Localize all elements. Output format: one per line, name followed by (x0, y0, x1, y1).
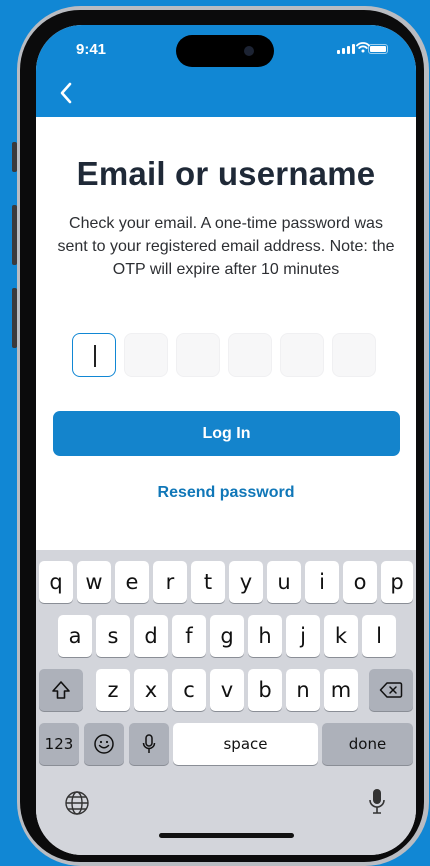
shift-key[interactable] (39, 669, 83, 711)
key-c[interactable]: c (172, 669, 206, 711)
key-u[interactable]: u (267, 561, 301, 603)
app-header: 9:41 (36, 25, 416, 117)
text-caret (94, 345, 96, 367)
otp-digit-2[interactable] (124, 333, 168, 377)
resend-password-link[interactable]: Resend password (36, 484, 416, 502)
key-a[interactable]: a (58, 615, 92, 657)
key-y[interactable]: y (229, 561, 263, 603)
shift-icon (52, 681, 70, 699)
key-e[interactable]: e (115, 561, 149, 603)
key-b[interactable]: b (248, 669, 282, 711)
otp-digit-6[interactable] (332, 333, 376, 377)
key-w[interactable]: w (77, 561, 111, 603)
emoji-icon (94, 734, 114, 754)
done-key[interactable]: done (322, 723, 413, 765)
otp-input-group (72, 333, 376, 377)
key-d[interactable]: d (134, 615, 168, 657)
space-key[interactable]: space (173, 723, 318, 765)
otp-digit-4[interactable] (228, 333, 272, 377)
key-l[interactable]: l (362, 615, 396, 657)
otp-digit-1[interactable] (72, 333, 116, 377)
otp-digit-3[interactable] (176, 333, 220, 377)
numbers-key[interactable]: 123 (39, 723, 79, 765)
key-p[interactable]: p (381, 561, 413, 603)
key-f[interactable]: f (172, 615, 206, 657)
key-x[interactable]: x (134, 669, 168, 711)
globe-icon[interactable] (64, 790, 90, 816)
key-t[interactable]: t (191, 561, 225, 603)
cellular-signal-icon (337, 44, 355, 54)
dictation-key[interactable] (129, 723, 169, 765)
key-z[interactable]: z (96, 669, 130, 711)
keyboard-microphone-icon[interactable] (368, 787, 386, 817)
key-i[interactable]: i (305, 561, 339, 603)
microphone-icon (142, 734, 156, 753)
otp-instructions: Check your email. A one-time password wa… (57, 215, 395, 278)
key-r[interactable]: r (153, 561, 187, 603)
key-n[interactable]: n (286, 669, 320, 711)
status-time: 9:41 (76, 41, 107, 58)
key-q[interactable]: q (39, 561, 73, 603)
backspace-key[interactable] (369, 669, 413, 711)
home-indicator (159, 833, 294, 838)
phone-screen: 9:41 Email or username Check your email.… (36, 25, 416, 855)
key-s[interactable]: s (96, 615, 130, 657)
emoji-key[interactable] (84, 723, 124, 765)
key-h[interactable]: h (248, 615, 282, 657)
key-v[interactable]: v (210, 669, 244, 711)
back-chevron-icon[interactable] (56, 80, 78, 106)
page-title: Email or username (76, 155, 376, 192)
dynamic-island (176, 35, 274, 67)
camera-icon (244, 46, 254, 56)
key-o[interactable]: o (343, 561, 377, 603)
key-k[interactable]: k (324, 615, 358, 657)
key-g[interactable]: g (210, 615, 244, 657)
otp-digit-5[interactable] (280, 333, 324, 377)
key-m[interactable]: m (324, 669, 358, 711)
onscreen-keyboard: q w e r t y u i o p a s d f g h j k l z … (36, 550, 416, 855)
battery-icon (368, 44, 388, 54)
key-j[interactable]: j (286, 615, 320, 657)
backspace-icon (379, 682, 403, 698)
login-button[interactable]: Log In (53, 411, 400, 456)
